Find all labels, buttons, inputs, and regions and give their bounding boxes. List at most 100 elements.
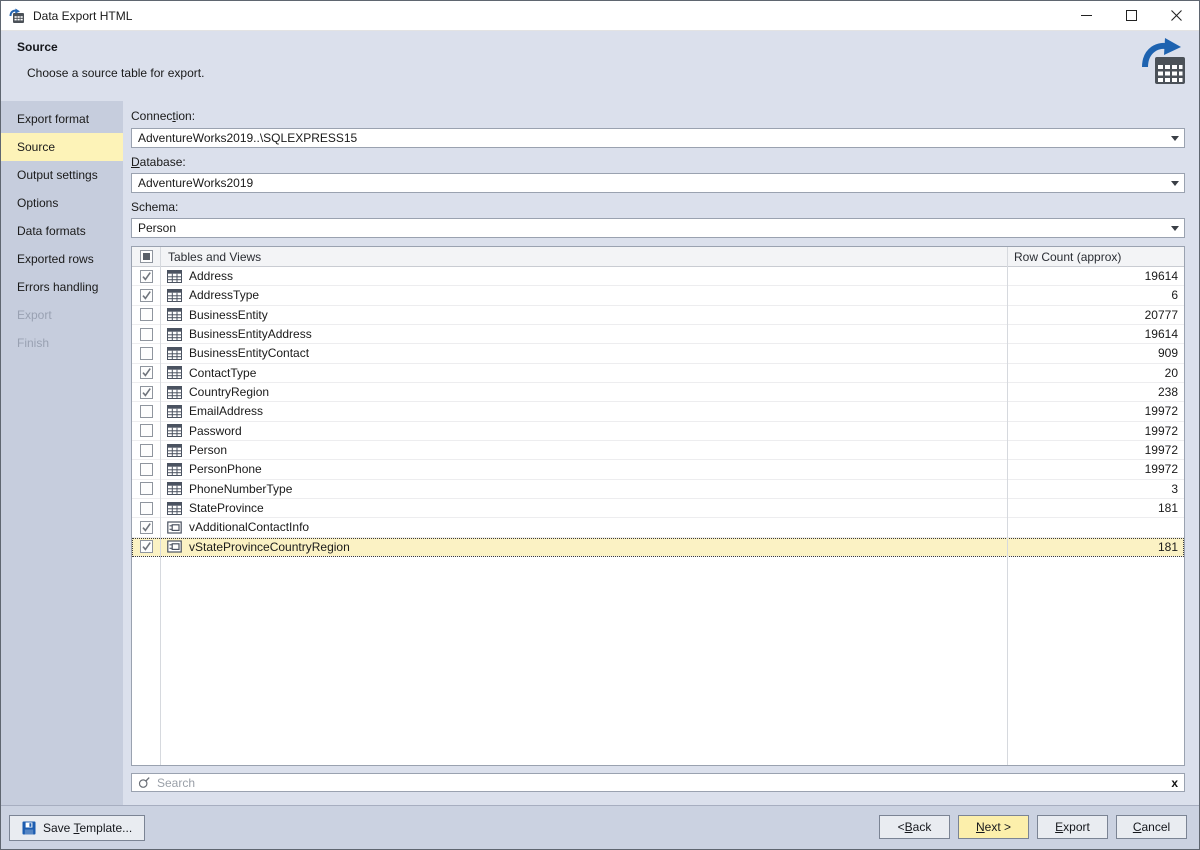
table-row[interactable]: vAdditionalContactInfo: [132, 518, 1184, 537]
checkbox-unchecked[interactable]: [140, 463, 153, 476]
wizard-header: Source Choose a source table for export.: [1, 31, 1199, 101]
title-bar[interactable]: Data Export HTML: [1, 1, 1199, 31]
table-row[interactable]: ContactType20: [132, 364, 1184, 383]
database-dropdown[interactable]: AdventureWorks2019: [131, 173, 1185, 193]
row-count: 19972: [1008, 443, 1184, 457]
window-title: Data Export HTML: [33, 9, 132, 23]
search-bar: x: [131, 773, 1185, 792]
table-icon: [167, 308, 182, 321]
chevron-down-icon: [1171, 136, 1179, 141]
table-icon: [167, 463, 182, 476]
back-button[interactable]: < Back: [879, 815, 950, 839]
column-header-tables[interactable]: Tables and Views: [160, 250, 1008, 264]
table-row[interactable]: StateProvince181: [132, 499, 1184, 518]
table-icon: [167, 289, 182, 302]
table-icon: [167, 444, 182, 457]
schema-label: Schema:: [131, 200, 178, 214]
table-row[interactable]: EmailAddress19972: [132, 402, 1184, 421]
object-name: vAdditionalContactInfo: [189, 520, 309, 534]
search-input[interactable]: [157, 776, 1165, 790]
sidebar-item-options[interactable]: Options: [1, 189, 123, 217]
wizard-nav-buttons: < Back Next > Export Cancel: [879, 815, 1187, 839]
object-name: PersonPhone: [189, 462, 262, 476]
sidebar-item-errors-handling[interactable]: Errors handling: [1, 273, 123, 301]
wizard-steps: Export formatSourceOutput settingsOption…: [1, 101, 123, 805]
table-icon: [167, 347, 182, 360]
checkbox-checked[interactable]: [140, 540, 153, 553]
checkbox-checked[interactable]: [140, 521, 153, 534]
object-name: Address: [189, 269, 233, 283]
connection-label: Connection:: [131, 109, 195, 123]
checkbox-unchecked[interactable]: [140, 424, 153, 437]
save-template-button[interactable]: Save Template...: [9, 815, 145, 841]
row-count: 19972: [1008, 424, 1184, 438]
object-name: BusinessEntityAddress: [189, 327, 312, 341]
table-row[interactable]: CountryRegion238: [132, 383, 1184, 402]
checkbox-checked[interactable]: [140, 289, 153, 302]
table-row[interactable]: AddressType 6: [132, 286, 1184, 305]
connection-dropdown[interactable]: AdventureWorks2019..\SQLEXPRESS15: [131, 128, 1185, 148]
table-row[interactable]: Address 19614: [132, 267, 1184, 286]
checkbox-unchecked[interactable]: [140, 308, 153, 321]
page-subtitle: Choose a source table for export.: [27, 66, 204, 80]
checkbox-unchecked[interactable]: [140, 502, 153, 515]
checkbox-unchecked[interactable]: [140, 328, 153, 341]
checkbox-unchecked[interactable]: [140, 444, 153, 457]
save-icon: [22, 821, 36, 835]
table-row[interactable]: PersonPhone 19972: [132, 460, 1184, 479]
sidebar-item-output-settings[interactable]: Output settings: [1, 161, 123, 189]
object-name: Person: [189, 443, 227, 457]
table-row[interactable]: PhoneNumberType3: [132, 480, 1184, 499]
checkbox-checked[interactable]: [140, 270, 153, 283]
table-icon: [167, 405, 182, 418]
grid-body: Address 19614 AddressType 6 BusinessEntity…: [132, 267, 1184, 557]
view-icon: [167, 540, 182, 553]
table-row[interactable]: BusinessEntityContact909: [132, 344, 1184, 363]
app-icon: [9, 8, 26, 24]
table-icon: [167, 328, 182, 341]
row-count: 6: [1008, 288, 1184, 302]
row-count: 20: [1008, 366, 1184, 380]
table-row[interactable]: BusinessEntity20777: [132, 306, 1184, 325]
tables-grid: Tables and Views Row Count (approx) Addr…: [131, 246, 1185, 766]
checkbox-checked[interactable]: [140, 366, 153, 379]
row-count: 3: [1008, 482, 1184, 496]
checkbox-checked[interactable]: [140, 386, 153, 399]
view-icon: [167, 521, 182, 534]
object-name: vStateProvinceCountryRegion: [189, 540, 350, 554]
object-name: AddressType: [189, 288, 259, 302]
close-button[interactable]: [1154, 1, 1199, 30]
next-button[interactable]: Next >: [958, 815, 1029, 839]
minimize-button[interactable]: [1064, 1, 1109, 30]
sidebar-item-exported-rows[interactable]: Exported rows: [1, 245, 123, 273]
row-count: 19614: [1008, 269, 1184, 283]
table-row[interactable]: Person 19972: [132, 441, 1184, 460]
search-icon: [138, 776, 151, 789]
row-count: 19972: [1008, 404, 1184, 418]
clear-search-icon[interactable]: x: [1171, 777, 1178, 789]
table-icon: [167, 366, 182, 379]
table-row[interactable]: vStateProvinceCountryRegion 181: [132, 538, 1184, 557]
export-button[interactable]: Export: [1037, 815, 1108, 839]
maximize-button[interactable]: [1109, 1, 1154, 30]
object-name: CountryRegion: [189, 385, 269, 399]
row-count: 19972: [1008, 462, 1184, 476]
schema-dropdown[interactable]: Person: [131, 218, 1185, 238]
checkbox-unchecked[interactable]: [140, 405, 153, 418]
column-header-rowcount[interactable]: Row Count (approx): [1008, 250, 1184, 264]
row-count: 181: [1008, 540, 1184, 554]
table-icon: [167, 424, 182, 437]
sidebar-item-export-format[interactable]: Export format: [1, 105, 123, 133]
select-all-checkbox[interactable]: [132, 250, 160, 263]
table-icon: [167, 482, 182, 495]
table-icon: [167, 386, 182, 399]
page-title: Source: [17, 40, 58, 54]
sidebar-item-finish: Finish: [1, 329, 123, 357]
cancel-button[interactable]: Cancel: [1116, 815, 1187, 839]
table-row[interactable]: BusinessEntityAddress19614: [132, 325, 1184, 344]
table-row[interactable]: Password19972: [132, 422, 1184, 441]
sidebar-item-source[interactable]: Source: [1, 133, 123, 161]
sidebar-item-data-formats[interactable]: Data formats: [1, 217, 123, 245]
checkbox-unchecked[interactable]: [140, 347, 153, 360]
checkbox-unchecked[interactable]: [140, 482, 153, 495]
